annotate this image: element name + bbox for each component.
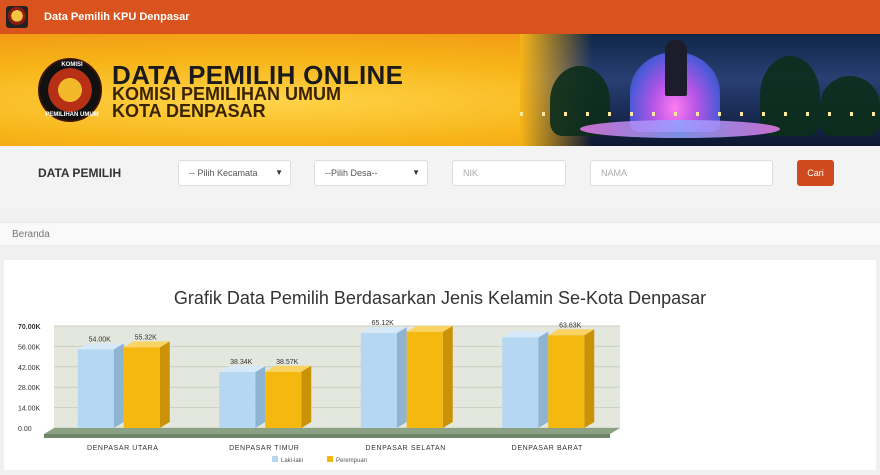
breadcrumb-home-link[interactable]: Beranda (12, 229, 50, 240)
bar-male (360, 333, 397, 428)
chart-svg: 70.00K 56.00K 42.00K 28.00K 14.00K 0.00 54.00K… (18, 320, 620, 464)
bar-female (123, 347, 160, 428)
search-label: DATA PEMILIH (38, 166, 122, 180)
chart-heading: Grafik Data Pemilih Berdasarkan Jenis Ke… (173, 288, 707, 308)
y-tick-label: 42.00K (18, 365, 41, 372)
chart-floor (44, 428, 620, 434)
bar-side (584, 329, 595, 428)
gender-bar-chart: 70.00K 56.00K 42.00K 28.00K 14.00K 0.00 54.00K… (14, 316, 634, 470)
search-button[interactable]: Cari (797, 160, 834, 186)
data-label: 55.32K (135, 334, 158, 341)
legend-swatch (272, 456, 278, 462)
data-label: 65.12K (372, 320, 395, 327)
navbar-brand[interactable]: Data Pemilih KPU Denpasar (44, 11, 190, 23)
x-category-label: DENPASAR TIMUR (229, 445, 299, 452)
bar-side (442, 325, 453, 428)
chevron-down-icon: ▼ (412, 168, 420, 177)
legend-swatch (327, 456, 333, 462)
fountain-photo (520, 34, 880, 146)
bar-male (219, 372, 256, 428)
data-label: 38.57K (276, 359, 299, 366)
kpu-seal-icon: KOMISI PEMILIHAN UMUM (38, 58, 102, 122)
chevron-down-icon: ▼ (275, 168, 283, 177)
breadcrumb: Beranda (0, 222, 880, 246)
x-category-label: DENPASAR BARAT (512, 445, 583, 452)
bar-female (265, 371, 302, 428)
bar-male (77, 349, 114, 428)
x-category-label: DENPASAR SELATAN (366, 445, 446, 452)
nama-input[interactable]: NAMA (590, 160, 773, 186)
bar-side (113, 343, 124, 428)
header-banner: KOMISI PEMILIHAN UMUM DATA PEMILIH ONLIN… (0, 34, 880, 146)
banner-subtitle-city: KOTA DENPASAR (112, 101, 266, 121)
desa-select[interactable]: --Pilih Desa-- ▼ (314, 160, 428, 186)
search-bar: DATA PEMILIH -- Pilih Kecamata ▼ --Pilih… (0, 146, 880, 208)
bar-female (548, 335, 585, 428)
kpu-logo-icon[interactable] (6, 6, 28, 28)
bar-female (406, 331, 443, 428)
legend-label: Perempuan (336, 458, 367, 464)
y-tick-label: 0.00 (18, 426, 32, 433)
bar-side (255, 366, 266, 428)
chart-floor-edge (44, 434, 610, 438)
kecamatan-select[interactable]: -- Pilih Kecamata ▼ (178, 160, 291, 186)
bar-side (396, 327, 407, 428)
y-tick-label: 14.00K (18, 406, 41, 413)
y-tick-label: 28.00K (18, 385, 41, 392)
bar-side (538, 331, 549, 428)
data-label: 54.00K (89, 336, 112, 343)
data-label: 38.34K (230, 359, 253, 366)
y-tick-label: 56.00K (18, 344, 41, 351)
data-label: 63.63K (559, 322, 582, 329)
legend-label: Laki-laki (281, 458, 303, 464)
bar-side (301, 365, 312, 428)
nik-input[interactable]: NIK (452, 160, 566, 186)
y-tick-label: 70.00K (18, 324, 41, 331)
top-navbar: Data Pemilih KPU Denpasar (0, 0, 880, 34)
x-category-label: DENPASAR UTARA (87, 445, 159, 452)
bar-side (159, 341, 170, 428)
bar-male (502, 337, 539, 428)
